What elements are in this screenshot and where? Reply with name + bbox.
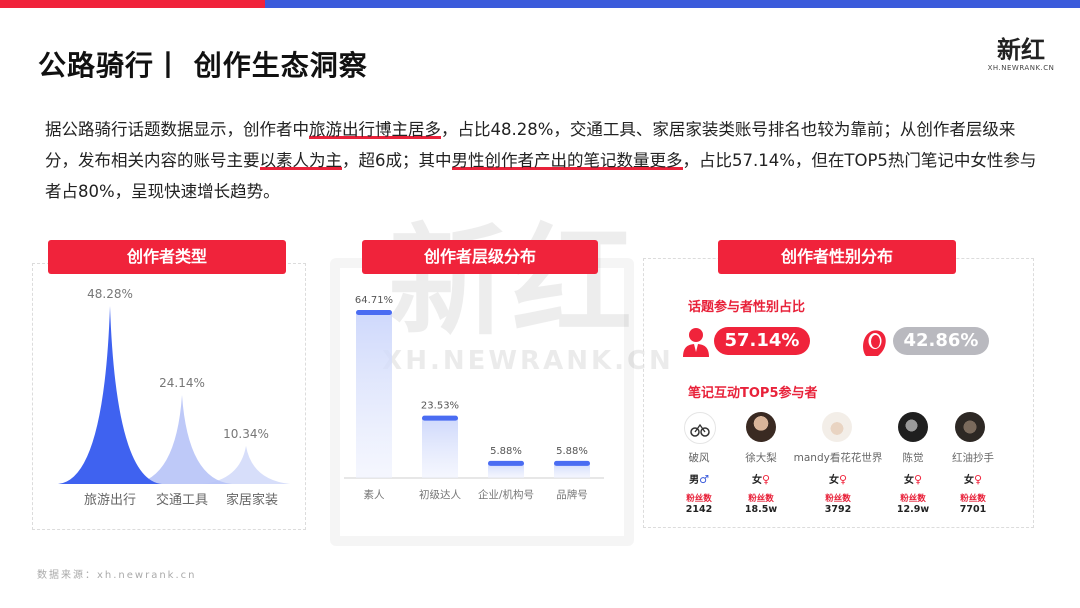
male-icon — [683, 328, 709, 357]
participant-avatar-1 — [684, 412, 716, 444]
gender-share-title: 话题参与者性别占比 — [688, 300, 806, 315]
bar-category-label-2: 初级达人 — [419, 488, 461, 501]
top5-participants-title: 笔记互动TOP5参与者 — [688, 386, 818, 401]
summary-highlight-2: 以素人为主 — [259, 151, 342, 170]
bar-1 — [356, 312, 392, 478]
creator-type-chart: 48.28% 24.14% 10.34% 旅游出行 交通工具 家居家装 — [58, 287, 290, 508]
data-label-1: 48.28% — [87, 287, 133, 301]
bar-cap-2 — [422, 415, 458, 421]
area-peak-2 — [132, 395, 232, 484]
area-peak-1 — [58, 306, 162, 484]
bar-category-label-4: 品牌号 — [556, 488, 588, 501]
top-accent-bar-blue — [265, 0, 1080, 8]
bar-value-label-4: 5.88% — [556, 446, 588, 457]
category-label-2: 交通工具 — [156, 492, 208, 508]
logo-sub-text: XH.NEWRANK.CN — [987, 64, 1055, 72]
creator-level-chart: 64.71% 素人 23.53% 初级达人 5.88% 企业/机构号 5.88% 品牌号 — [344, 295, 604, 501]
participant-sex-label: 女 — [903, 475, 914, 486]
summary-text-3: ，超6成；其中 — [342, 151, 452, 170]
creator-type-title: 创作者类型 — [48, 240, 286, 274]
participant-sex-label: 男 — [689, 475, 700, 486]
bar-value-label-3: 5.88% — [490, 446, 522, 457]
female-symbol-icon: ♀ — [838, 473, 848, 486]
bar-cap-3 — [488, 460, 524, 466]
bar-2 — [422, 417, 458, 478]
bar-category-label-3: 企业/机构号 — [478, 488, 534, 501]
bar-cap-1 — [356, 310, 392, 315]
participant-sex-label: 女 — [963, 475, 974, 486]
female-icon — [863, 330, 886, 356]
bar-value-label-1: 64.71% — [355, 295, 393, 306]
category-label-3: 家居家装 — [226, 492, 278, 508]
logo-main-text: 新红 — [997, 36, 1045, 64]
male-symbol-icon: ♂ — [699, 473, 709, 486]
female-share-pill: 42.86% — [893, 327, 989, 355]
summary-highlight-1: 旅游出行博主居多 — [309, 120, 441, 139]
bar-value-label-2: 23.53% — [421, 401, 459, 412]
male-share-pill: 57.14% — [714, 327, 810, 355]
female-symbol-icon: ♀ — [913, 473, 923, 486]
area-peak-3 — [202, 445, 290, 484]
data-label-2: 24.14% — [159, 376, 205, 390]
brand-logo: 新红 XH.NEWRANK.CN — [986, 36, 1056, 72]
creator-level-title: 创作者层级分布 — [362, 240, 598, 274]
data-source: 数据来源：xh.newrank.cn — [37, 570, 197, 581]
female-symbol-icon: ♀ — [973, 473, 983, 486]
participant-avatar-5 — [955, 412, 985, 442]
participant-sex: 女♀ — [928, 471, 1018, 486]
participant-avatar-4 — [898, 412, 928, 442]
participant-avatar-2 — [746, 412, 776, 442]
summary-highlight-3: 男性创作者产出的笔记数量更多 — [451, 151, 683, 170]
top-accent-bar-red — [0, 0, 265, 8]
participant-fans-label: 粉丝数 — [960, 494, 986, 504]
participant-fans: 7701 — [959, 504, 987, 515]
bar-category-label-1: 素人 — [364, 488, 385, 501]
summary-text-1: 据公路骑行话题数据显示，创作者中 — [45, 120, 309, 139]
female-symbol-icon: ♀ — [761, 473, 771, 486]
participant-avatar-3 — [822, 412, 852, 442]
data-label-3: 10.34% — [223, 427, 269, 441]
participant-sex-label: 女 — [828, 475, 839, 486]
participant-5: 红油抄手 女♀ 粉丝数 7701 — [928, 450, 1018, 515]
participant-sex-label: 女 — [751, 475, 762, 486]
creator-gender-title: 创作者性别分布 — [718, 240, 956, 274]
page-title: 公路骑行丨 创作生态洞察 — [38, 49, 368, 82]
bar-cap-4 — [554, 460, 590, 466]
participant-name: 红油抄手 — [952, 452, 994, 464]
summary-paragraph: 据公路骑行话题数据显示，创作者中旅游出行博主居多，占比48.28%，交通工具、家… — [45, 114, 1045, 207]
category-label-1: 旅游出行 — [84, 493, 136, 508]
